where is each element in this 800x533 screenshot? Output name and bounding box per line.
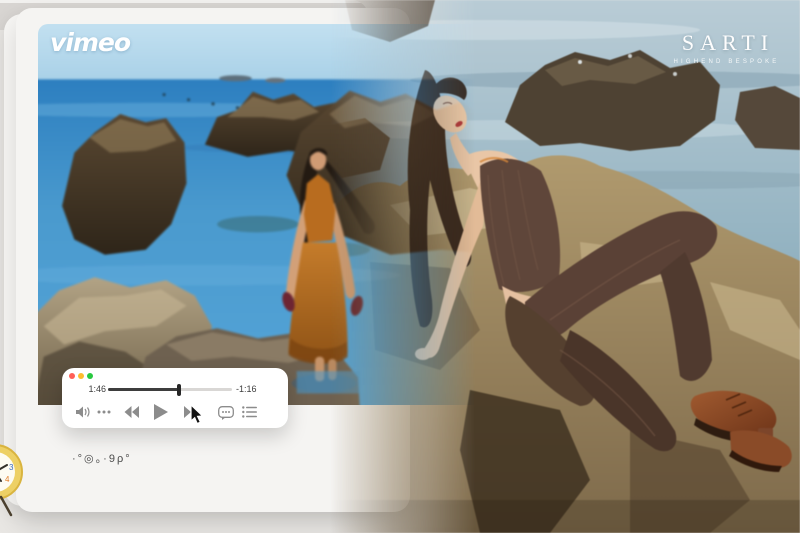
sarti-logo: SARTI HIGHEND BESPOKE xyxy=(650,30,800,65)
play-button[interactable] xyxy=(154,404,168,420)
decorative-doodle-text: ·°◎。·9ρ° xyxy=(72,450,132,466)
progress-fill xyxy=(108,388,179,391)
svg-text:3: 3 xyxy=(9,463,14,472)
mouse-cursor-icon xyxy=(190,404,208,429)
brand-photo xyxy=(330,0,800,533)
ellipsis-icon xyxy=(97,410,111,414)
comments-button[interactable] xyxy=(218,406,234,421)
sarti-logo-title: SARTI xyxy=(650,30,800,56)
alarm-clock-sticker: 3 4 5 xyxy=(0,441,29,522)
comment-bubble-icon xyxy=(218,406,234,421)
queue-button[interactable] xyxy=(242,406,257,418)
progress-bar[interactable] xyxy=(108,388,232,391)
volume-icon xyxy=(76,406,91,418)
more-options-button[interactable] xyxy=(97,410,111,414)
minimize-button[interactable] xyxy=(78,373,84,379)
volume-button[interactable] xyxy=(76,406,91,418)
scrubber-handle[interactable] xyxy=(177,384,181,396)
play-icon xyxy=(154,404,168,420)
sarti-logo-subtitle: HIGHEND BESPOKE xyxy=(650,59,800,65)
close-button[interactable] xyxy=(69,373,75,379)
rewind-icon xyxy=(124,406,139,418)
svg-text:4: 4 xyxy=(5,475,10,484)
alarm-clock-icon: 3 4 5 xyxy=(0,441,29,517)
vimeo-logo[interactable]: vimeo xyxy=(50,28,130,57)
window-traffic-lights xyxy=(69,373,93,379)
playback-control-panel: 1:46 -1:16 xyxy=(62,368,288,428)
queue-list-icon xyxy=(242,406,257,418)
zoom-button[interactable] xyxy=(87,373,93,379)
rewind-button[interactable] xyxy=(124,406,139,418)
photo-model-on-rocks xyxy=(330,0,800,533)
elapsed-time: 1:46 xyxy=(76,384,106,395)
remaining-time: -1:16 xyxy=(236,384,284,395)
